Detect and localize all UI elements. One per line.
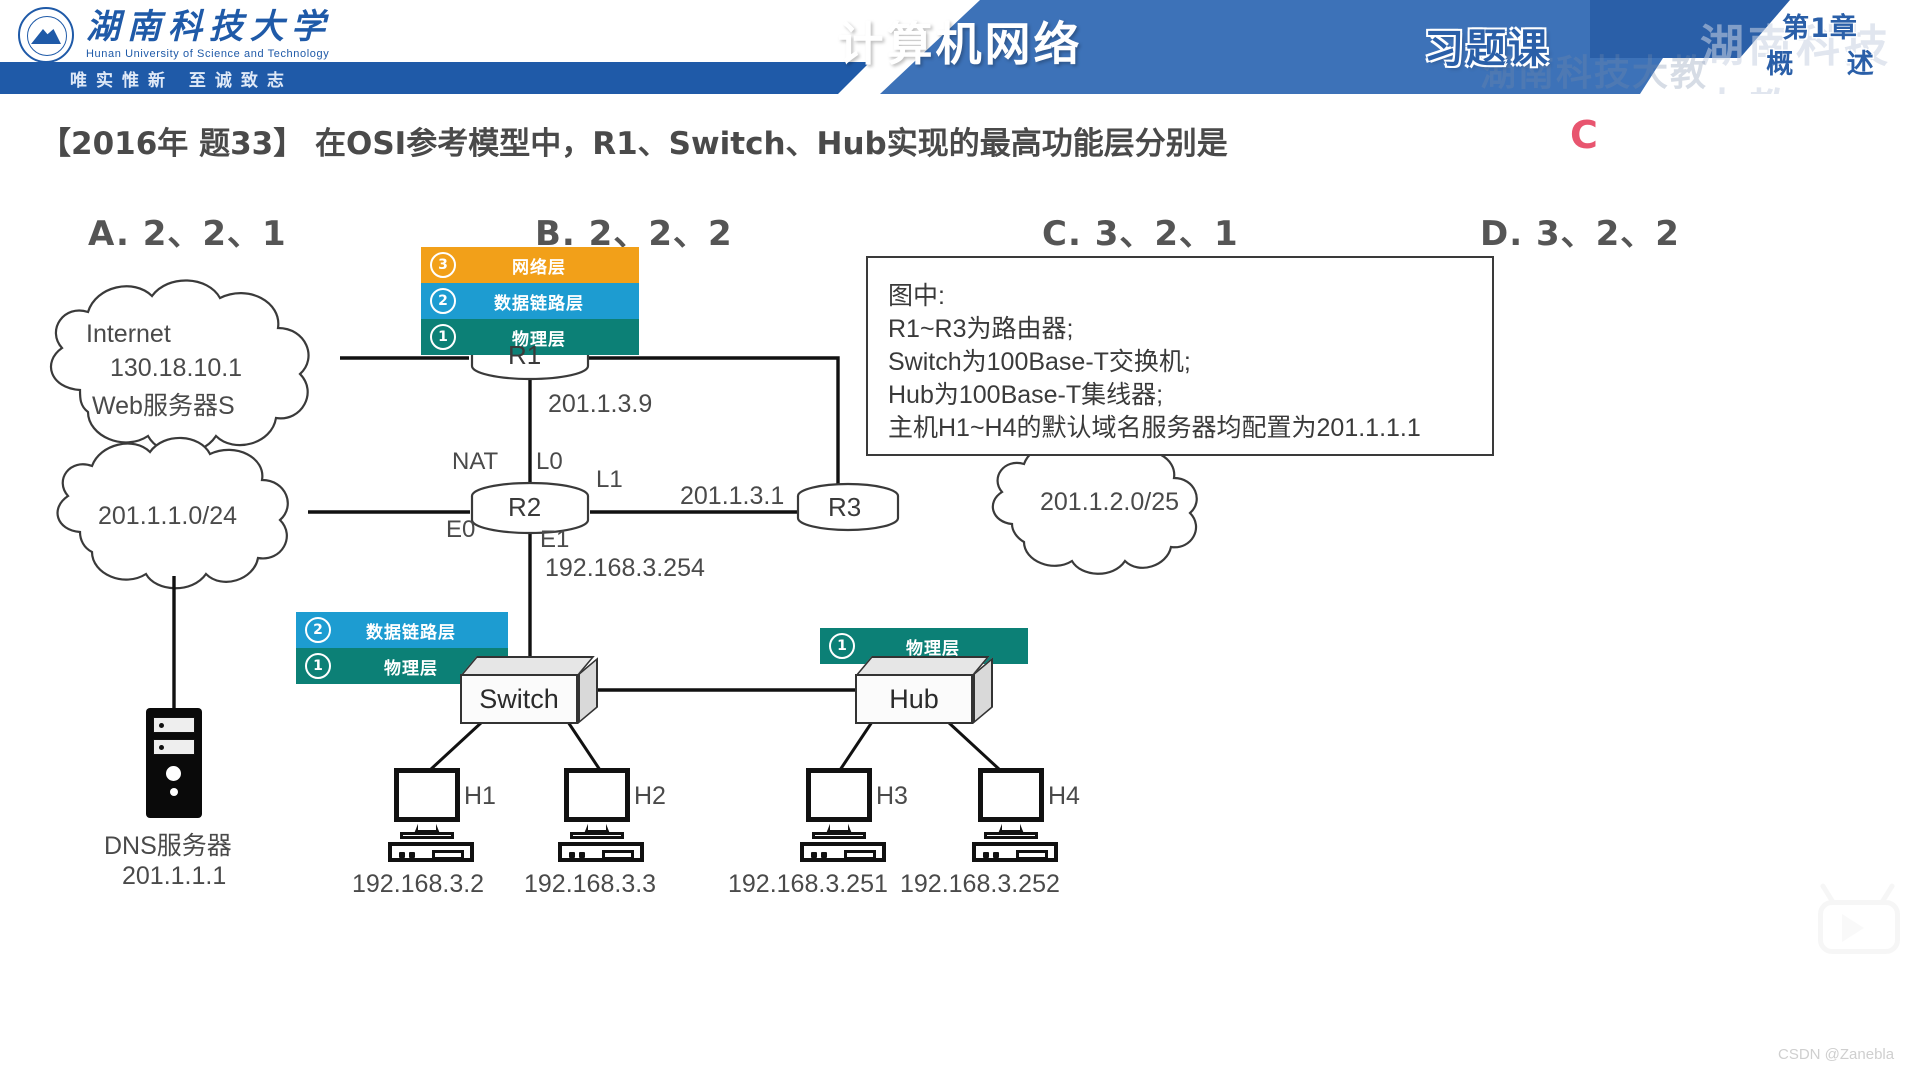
dns-server-ip: 201.1.1.1 xyxy=(122,862,227,890)
r2-l1-label: L1 xyxy=(596,466,623,493)
legend-line-2: R1~R3为路由器; xyxy=(888,315,1074,343)
layer-number-badge: 2 xyxy=(421,288,465,314)
host-h4-ip: 192.168.3.252 xyxy=(900,870,1060,898)
r2-e1-label: E1 xyxy=(540,526,570,553)
lan-201-1-1-label: 201.1.1.0/24 xyxy=(98,502,238,530)
legend-line-1: 图中: xyxy=(888,282,945,310)
chapter-number: 第1章 xyxy=(1782,13,1858,44)
dns-server-icon xyxy=(146,708,202,818)
r2-l0-label: L0 xyxy=(536,448,563,475)
host-h4-icon[interactable] xyxy=(972,768,1058,862)
internet-cloud-server: Web服务器S xyxy=(92,392,235,420)
network-diagram: 3 网络层 2 数据链路层 1 物理层 2 数据链路层 1 物理层 1 物理层 … xyxy=(0,247,1920,1080)
layer-datalink: 2 数据链路层 xyxy=(421,283,639,319)
layer-label: 物理层 xyxy=(906,638,960,659)
host-h1-icon[interactable] xyxy=(388,768,474,862)
r1-layer-stack: 3 网络层 2 数据链路层 1 物理层 xyxy=(421,247,639,355)
page-header: 湖南科技大学 Hunan University of Science and T… xyxy=(0,0,1920,94)
exercise-label: 习题课 xyxy=(1424,26,1550,72)
layer-label: 数据链路层 xyxy=(366,622,456,643)
legend-line-5: 主机H1~H4的默认域名服务器均配置为201.1.1.1 xyxy=(888,414,1421,442)
host-h4-name: H4 xyxy=(1048,782,1080,810)
answer-badge: C xyxy=(1570,113,1598,157)
internet-cloud-label: Internet xyxy=(86,320,171,348)
layer-label: 网络层 xyxy=(512,257,566,278)
layer-number-badge: 1 xyxy=(421,324,465,350)
r2-e0-label: E0 xyxy=(446,516,476,543)
layer-label: 物理层 xyxy=(512,329,566,350)
legend-line-4: Hub为100Base-T集线器; xyxy=(888,381,1164,409)
dns-server-bay xyxy=(153,739,195,755)
dns-server-power-led xyxy=(166,766,181,781)
question-text: 【2016年 题33】 在OSI参考模型中，R1、Switch、Hub实现的最高… xyxy=(40,126,1228,162)
layer-number-badge: 1 xyxy=(296,653,340,679)
r1-down-ip: 201.1.3.9 xyxy=(548,390,653,418)
layer-datalink: 2 数据链路层 xyxy=(296,612,508,648)
hub-label: Hub xyxy=(855,674,973,724)
router-r2-label: R2 xyxy=(508,492,542,522)
legend-line-3: Switch为100Base-T交换机; xyxy=(888,348,1191,376)
option-d[interactable]: D. 3、2、2 xyxy=(1480,206,1680,255)
router-r3-label: R3 xyxy=(828,492,862,522)
host-h2-name: H2 xyxy=(634,782,666,810)
layer-number-badge: 3 xyxy=(421,252,465,278)
host-h2-icon[interactable] xyxy=(558,768,644,862)
diagram-legend-box: 图中: R1~R3为路由器; Switch为100Base-T交换机; Hub为… xyxy=(866,256,1494,456)
layer-number-badge: 2 xyxy=(296,617,340,643)
options-row: A. 2、2、1 B. 2、2、2 C. 3、2、1 D. 3、2、2 xyxy=(0,206,1920,262)
layer-network: 3 网络层 xyxy=(421,247,639,283)
bilibili-logo-icon xyxy=(1812,878,1908,958)
dns-server-activity-led xyxy=(170,788,178,796)
switch-top-face xyxy=(460,656,595,676)
r2-nat-label: NAT xyxy=(452,448,499,475)
lan-201-1-2-label: 201.1.2.0/25 xyxy=(1040,488,1180,516)
host-h2-ip: 192.168.3.3 xyxy=(524,870,657,898)
hub-top-face xyxy=(855,656,990,676)
link-r1-r3 xyxy=(586,356,840,496)
play-icon xyxy=(1842,914,1864,942)
r3-left-ip: 201.1.3.1 xyxy=(680,482,785,510)
dns-server-name: DNS服务器 xyxy=(104,832,232,860)
host-h1-name: H1 xyxy=(464,782,496,810)
router-r1-label: R1 xyxy=(508,340,542,370)
dns-server-bay xyxy=(153,717,195,733)
host-h3-name: H3 xyxy=(876,782,908,810)
chapter-title: 概 述 xyxy=(1766,49,1896,80)
host-h3-ip: 192.168.3.251 xyxy=(728,870,888,898)
option-c[interactable]: C. 3、2、1 xyxy=(1042,206,1239,255)
option-a[interactable]: A. 2、2、1 xyxy=(88,206,287,255)
layer-number-badge: 1 xyxy=(820,633,864,659)
layer-label: 数据链路层 xyxy=(494,293,584,314)
host-h3-icon[interactable] xyxy=(800,768,886,862)
switch-label: Switch xyxy=(460,674,578,724)
r2-e1-ip: 192.168.3.254 xyxy=(545,554,705,582)
internet-cloud-ip: 130.18.10.1 xyxy=(110,354,243,382)
host-h1-ip: 192.168.3.2 xyxy=(352,870,485,898)
csdn-watermark: CSDN @Zanebla xyxy=(1778,1046,1895,1063)
